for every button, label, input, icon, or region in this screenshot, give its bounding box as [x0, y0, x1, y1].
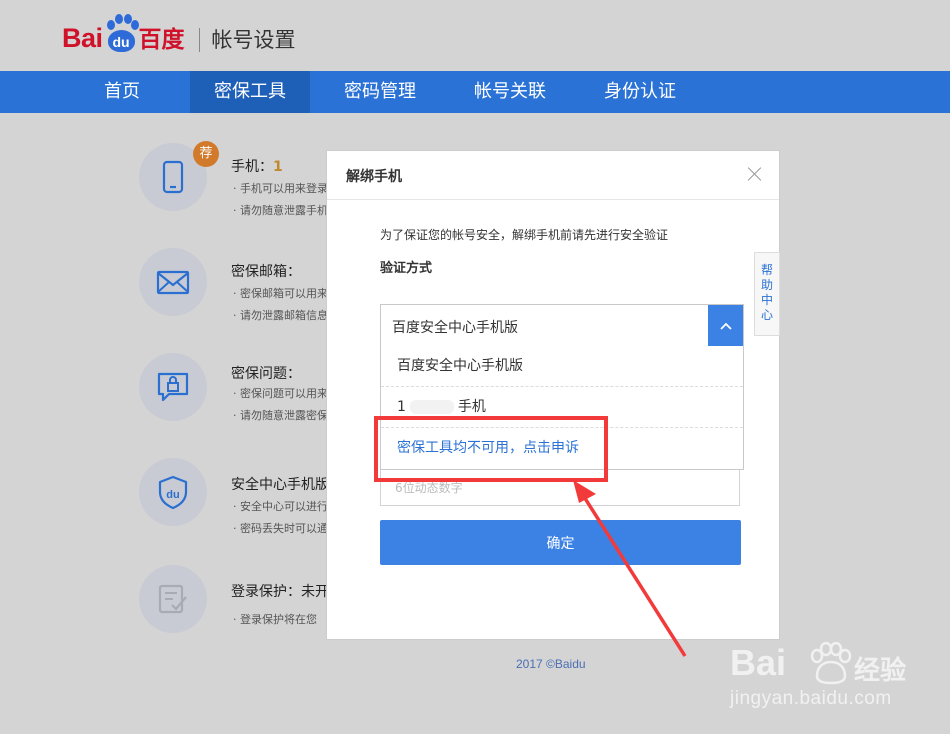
help-char: 中 — [760, 293, 773, 307]
nav-account-link[interactable]: 帐号关联 — [450, 71, 570, 113]
unbind-phone-dialog: 解绑手机 为了保证您的帐号安全，解绑手机前请先进行安全验证 验证方式 百度安全中… — [326, 150, 780, 640]
row-desc: · 登录保护将在您 — [233, 613, 317, 626]
row-title: 手机：1 — [231, 159, 283, 175]
logo-bai-text: Bai — [62, 23, 103, 53]
row-desc: · 请勿随意泄露密保 — [233, 409, 328, 422]
row-desc: · 请勿泄露邮箱信息 — [233, 309, 328, 322]
row-desc: · 密保问题可以用来 — [233, 387, 328, 400]
watermark-url: jingyan.baidu.com — [730, 688, 892, 709]
svg-text:du: du — [166, 489, 179, 501]
watermark-cn-text: 经验 — [854, 656, 907, 686]
paw-icon: du — [104, 14, 139, 54]
row-desc: · 请勿随意泄露手机 — [233, 204, 328, 217]
row-desc: · 密保邮箱可以用来 — [233, 287, 328, 300]
mail-icon — [139, 248, 207, 316]
checklist-icon — [139, 565, 207, 633]
nav-security-tools[interactable]: 密保工具 — [190, 71, 310, 113]
nav-identity[interactable]: 身份认证 — [580, 71, 700, 113]
watermark-logo-text: Bai — [730, 642, 787, 683]
dialog-title: 解绑手机 — [346, 169, 402, 185]
row-title: 密保问题： — [231, 366, 301, 382]
selected-method: 百度安全中心手机版 — [392, 320, 518, 336]
verify-method-label: 验证方式 — [380, 261, 433, 276]
masked-number — [409, 400, 454, 414]
row-desc: · 手机可以用来登录 — [233, 182, 328, 195]
security-notice: 为了保证您的帐号安全，解绑手机前请先进行安全验证 — [380, 228, 669, 242]
nav-home[interactable]: 首页 — [62, 71, 182, 113]
confirm-button[interactable]: 确定 — [380, 520, 741, 565]
lock-chat-icon — [139, 353, 207, 421]
row-desc: · 安全中心可以进行 — [233, 500, 328, 513]
help-char: 帮 — [760, 263, 773, 277]
baidu-logo[interactable]: Bai du 百度 帐号设置 — [62, 14, 296, 54]
annotation-highlight-box — [374, 416, 608, 482]
verify-method-select[interactable]: 百度安全中心手机版 — [380, 304, 744, 347]
row-title: 密保邮箱： — [231, 264, 301, 280]
main-nav: 首页 密保工具 密码管理 帐号关联 身份认证 — [0, 71, 950, 113]
recommend-badge: 荐 — [193, 141, 219, 167]
logo-du-text: du — [107, 30, 135, 52]
watermark-paw-icon — [810, 642, 852, 685]
row-title: 登录保护：未开 — [231, 584, 329, 600]
dialog-header: 解绑手机 — [327, 151, 779, 200]
help-center-tab[interactable]: 帮 助 中 心 — [754, 252, 780, 336]
shield-du-icon: du — [139, 458, 207, 526]
close-icon[interactable] — [746, 165, 764, 183]
help-char: 心 — [760, 308, 773, 322]
jingyan-watermark: Bai 经验 jingyan.baidu.com — [730, 632, 930, 717]
page-title: 帐号设置 — [211, 28, 296, 52]
logo-cn-text: 百度 — [138, 27, 185, 53]
row-desc: · 密码丢失时可以通 — [233, 522, 328, 535]
logo-separator — [198, 28, 200, 52]
header: Bai du 百度 帐号设置 — [0, 0, 950, 71]
row-title: 安全中心手机版 — [231, 477, 329, 493]
copyright: 2017 ©Baidu — [516, 657, 586, 671]
option-mobile-app[interactable]: 百度安全中心手机版 — [381, 346, 743, 387]
chevron-up-icon[interactable] — [708, 305, 743, 346]
nav-password[interactable]: 密码管理 — [320, 71, 440, 113]
help-char: 助 — [760, 278, 773, 292]
